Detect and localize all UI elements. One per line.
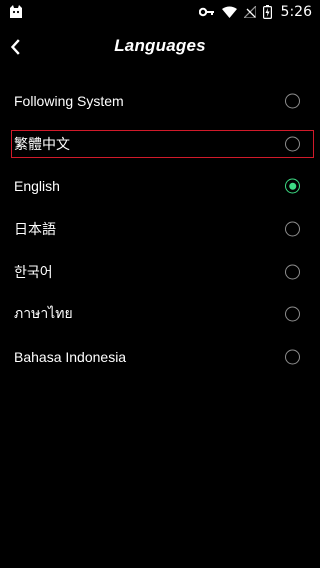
language-option-english[interactable]: English bbox=[0, 165, 320, 208]
language-list: Following System 繁體中文 English 日本語 한국어 ภา… bbox=[0, 80, 320, 378]
status-time: 5:26 bbox=[280, 4, 312, 20]
radio-button[interactable] bbox=[285, 93, 300, 109]
radio-button-selected[interactable] bbox=[285, 178, 300, 194]
status-icons: 5:26 bbox=[198, 0, 312, 24]
radio-button[interactable] bbox=[285, 264, 300, 280]
radio-button[interactable] bbox=[285, 349, 300, 365]
page-title: Languages bbox=[114, 36, 206, 55]
language-option-japanese[interactable]: 日本語 bbox=[0, 208, 320, 251]
language-option-following-system[interactable]: Following System bbox=[0, 80, 320, 123]
language-label: Bahasa Indonesia bbox=[14, 348, 127, 365]
language-label: 한국어 bbox=[14, 263, 53, 280]
radio-button[interactable] bbox=[285, 221, 300, 237]
language-option-traditional-chinese[interactable]: 繁體中文 bbox=[0, 123, 320, 166]
language-label: 日本語 bbox=[14, 221, 56, 238]
language-label: Following System bbox=[14, 93, 124, 110]
language-option-korean[interactable]: 한국어 bbox=[0, 250, 320, 293]
status-bar: 5:26 bbox=[0, 0, 320, 24]
language-option-indonesian[interactable]: Bahasa Indonesia bbox=[0, 336, 320, 379]
language-label: 繁體中文 bbox=[14, 135, 70, 152]
app-notification-icon bbox=[10, 5, 22, 18]
language-label: ภาษาไทย bbox=[14, 305, 73, 322]
battery-charging-icon bbox=[262, 5, 272, 19]
language-label: English bbox=[14, 178, 60, 195]
no-signal-icon bbox=[243, 6, 256, 18]
vpn-key-icon bbox=[198, 7, 214, 17]
app-bar: Languages bbox=[0, 24, 320, 70]
wifi-icon bbox=[221, 6, 237, 18]
radio-button[interactable] bbox=[285, 306, 300, 322]
language-option-thai[interactable]: ภาษาไทย bbox=[0, 293, 320, 336]
radio-button[interactable] bbox=[285, 136, 300, 152]
